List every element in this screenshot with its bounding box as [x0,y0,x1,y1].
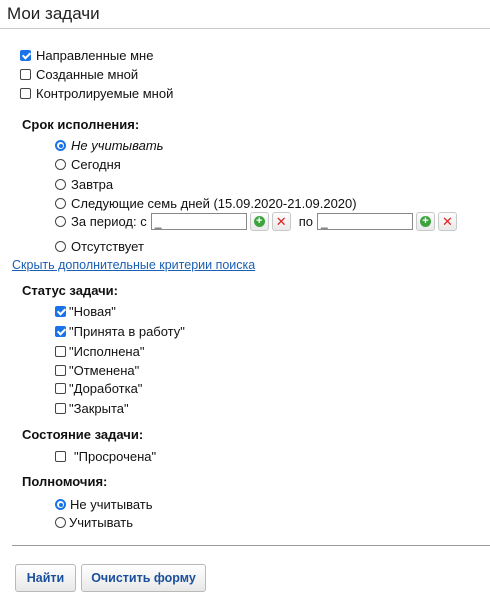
checkbox-status-new[interactable] [55,306,66,317]
checkbox-controlled-by-me[interactable] [20,88,31,99]
period-to-label: по [298,214,313,229]
radio-deadline-tomorrow[interactable] [55,179,66,190]
page-title: Мои задачи [7,4,100,23]
radio-deadline-absent[interactable] [55,241,66,252]
period-to-input[interactable]: _ [317,213,413,230]
checkbox-created-by-me[interactable] [20,69,31,80]
filter-created-by-me[interactable]: Созданные мной [20,67,138,82]
status-label: "Закрыта" [69,401,129,416]
plus-icon: + [253,216,265,227]
status-done[interactable]: "Исполнена" [55,344,144,359]
authority-heading: Полномочия: [22,474,108,489]
status-label: "Отменена" [69,363,140,378]
authority-label: Учитывать [69,515,134,530]
state-label: "Просрочена" [74,449,157,464]
checkbox-status-cancelled[interactable] [55,365,66,376]
period-from-add-button[interactable]: + [249,212,269,231]
radio-deadline-today[interactable] [55,159,66,170]
deadline-option-label: Следующие семь дней (15.09.2020-21.09.20… [71,196,357,211]
filter-label: Созданные мной [36,67,139,82]
find-button[interactable]: Найти [15,564,76,592]
filter-assigned-to-me[interactable]: Направленные мне [20,48,153,63]
status-closed[interactable]: "Закрыта" [55,401,129,416]
deadline-heading: Срок исполнения: [22,117,140,132]
authority-label: Не учитывать [70,497,153,512]
status-label: "Новая" [69,304,116,319]
filter-label: Контролируемые мной [36,86,174,101]
checkbox-status-closed[interactable] [55,403,66,414]
hide-criteria-link[interactable]: Скрыть дополнительные критерии поиска [12,258,255,272]
task-state-heading: Состояние задачи: [22,427,144,442]
status-accepted[interactable]: "Принята в работу" [55,324,185,339]
task-status-heading: Статус задачи: [22,283,118,298]
state-overdue[interactable]: "Просрочена" [55,449,156,464]
filter-controlled-by-me[interactable]: Контролируемые мной [20,86,173,101]
radio-authority-consider[interactable] [55,517,66,528]
status-cancelled[interactable]: "Отменена" [55,363,139,378]
deadline-option-label: Отсутствует [71,239,144,254]
deadline-option-absent[interactable]: Отсутствует [55,239,144,254]
deadline-option-next-seven-days[interactable]: Следующие семь дней (15.09.2020-21.09.20… [55,196,357,211]
period-to-add-button[interactable]: + [416,212,435,231]
deadline-option-label: Сегодня [71,157,121,172]
title-divider [0,28,490,29]
deadline-option-label: Не учитывать [71,138,164,153]
radio-deadline-next-seven-days[interactable] [55,198,66,209]
close-icon: ✕ [442,214,453,229]
deadline-option-ignore[interactable]: Не учитывать [55,138,163,153]
radio-authority-ignore[interactable] [55,499,66,510]
close-icon: ✕ [275,214,287,229]
checkbox-assigned-to-me[interactable] [20,50,31,61]
deadline-option-period[interactable]: За период: с _ + ✕ по _ + ✕ [55,212,457,231]
status-label: "Доработка" [69,381,143,396]
checkbox-status-done[interactable] [55,346,66,357]
status-label: "Принята в работу" [69,324,185,339]
status-rework[interactable]: "Доработка" [55,381,142,396]
form-divider [12,545,490,546]
checkbox-status-rework[interactable] [55,383,66,394]
authority-ignore[interactable]: Не учитывать [55,497,153,512]
deadline-option-label: За период: с [71,214,147,229]
checkbox-state-overdue[interactable] [55,451,66,462]
radio-deadline-ignore[interactable] [55,140,66,151]
deadline-option-today[interactable]: Сегодня [55,157,121,172]
status-label: "Исполнена" [69,344,145,359]
radio-deadline-period[interactable] [55,216,66,227]
authority-consider[interactable]: Учитывать [55,515,133,530]
status-new[interactable]: "Новая" [55,304,116,319]
deadline-option-label: Завтра [71,177,114,192]
checkbox-status-accepted[interactable] [55,326,66,337]
clear-form-button[interactable]: Очистить форму [81,564,206,592]
plus-icon: + [420,216,431,227]
period-from-clear-button[interactable]: ✕ [271,212,291,231]
period-from-input[interactable]: _ [150,213,247,230]
deadline-option-tomorrow[interactable]: Завтра [55,177,113,192]
period-to-clear-button[interactable]: ✕ [438,212,457,231]
filter-label: Направленные мне [36,48,154,63]
